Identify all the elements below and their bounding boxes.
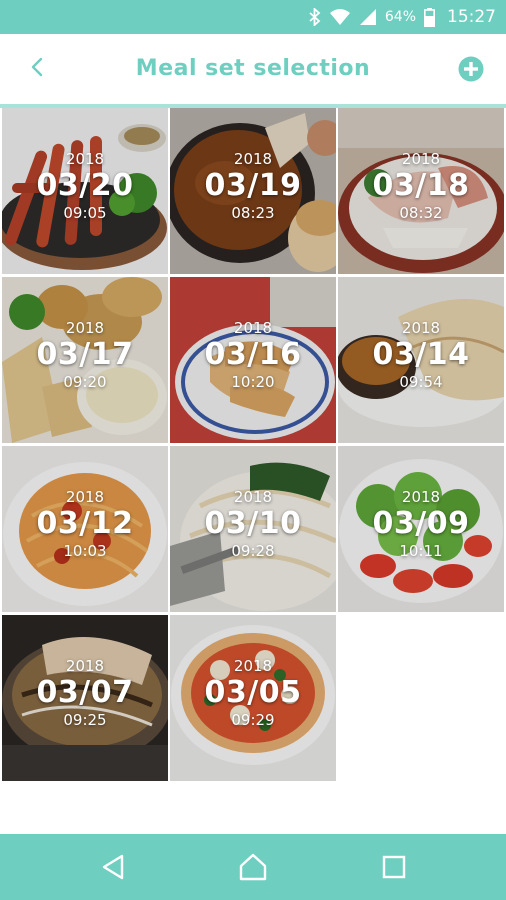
meal-year: 2018: [65, 488, 105, 506]
meal-year: 2018: [401, 488, 441, 506]
meal-time: 09:25: [63, 711, 107, 729]
meal-tile[interactable]: 2018 03/10 09:28: [170, 446, 336, 612]
meal-year: 2018: [233, 488, 273, 506]
page-title: Meal set selection: [135, 56, 371, 81]
meal-time: 08:32: [399, 204, 443, 222]
meal-tile[interactable]: 2018 03/19 08:23: [170, 108, 336, 274]
plus-circle-icon: [458, 56, 484, 86]
meal-time: 09:05: [63, 204, 107, 222]
back-triangle-icon: [98, 854, 130, 887]
meal-date: 03/07: [36, 675, 134, 710]
nav-back-button[interactable]: [98, 851, 130, 883]
meal-date: 03/20: [36, 168, 134, 203]
meal-label: 2018 03/16 10:20: [170, 319, 336, 391]
home-icon: [237, 853, 269, 887]
meal-label: 2018 03/17 09:20: [2, 319, 168, 391]
meal-date: 03/05: [204, 675, 302, 710]
meal-label: 2018 03/19 08:23: [170, 150, 336, 222]
meal-year: 2018: [233, 319, 273, 337]
meal-date: 03/14: [372, 337, 470, 372]
meal-year: 2018: [65, 319, 105, 337]
meal-date: 03/17: [36, 337, 134, 372]
meal-year: 2018: [233, 657, 273, 675]
meal-tile[interactable]: 2018 03/12 10:03: [2, 446, 168, 612]
meal-date: 03/16: [204, 337, 302, 372]
meal-tile[interactable]: 2018 03/18 08:32: [338, 108, 504, 274]
app-header: Meal set selection: [0, 34, 506, 108]
meal-tile[interactable]: 2018 03/14 09:54: [338, 277, 504, 443]
meal-year: 2018: [401, 319, 441, 337]
meal-label: 2018 03/18 08:32: [338, 150, 504, 222]
meal-year: 2018: [65, 657, 105, 675]
battery-icon: [424, 7, 435, 27]
meal-tile[interactable]: 2018 03/09 10:11: [338, 446, 504, 612]
meal-year: 2018: [65, 150, 105, 168]
meal-date: 03/18: [372, 168, 470, 203]
meal-tile[interactable]: 2018 03/17 09:20: [2, 277, 168, 443]
status-icons: 64% 15:27: [309, 0, 496, 34]
meal-label: 2018 03/07 09:25: [2, 657, 168, 729]
meal-time: 10:20: [231, 373, 275, 391]
meal-time: 10:11: [399, 542, 443, 560]
recents-square-icon: [378, 855, 410, 887]
meal-tile[interactable]: 2018 03/05 09:29: [170, 615, 336, 781]
meal-tile[interactable]: 2018 03/20 09:05: [2, 108, 168, 274]
clock: 15:27: [447, 7, 496, 27]
meal-date: 03/09: [372, 506, 470, 541]
meal-year: 2018: [401, 150, 441, 168]
add-meal-set-button[interactable]: [458, 56, 484, 82]
meal-grid: 2018 03/20 09:05 2018 03/19 08:23 2018 0…: [0, 107, 506, 783]
meal-time: 09:54: [399, 373, 443, 391]
meal-label: 2018 03/12 10:03: [2, 488, 168, 560]
meal-date: 03/12: [36, 506, 134, 541]
meal-label: 2018 03/05 09:29: [170, 657, 336, 729]
meal-time: 10:03: [63, 542, 107, 560]
meal-label: 2018 03/10 09:28: [170, 488, 336, 560]
meal-time: 09:20: [63, 373, 107, 391]
meal-time: 09:29: [231, 711, 275, 729]
meal-tile[interactable]: 2018 03/16 10:20: [170, 277, 336, 443]
meal-date: 03/19: [204, 168, 302, 203]
meal-label: 2018 03/14 09:54: [338, 319, 504, 391]
signal-icon: [359, 8, 377, 26]
meal-year: 2018: [233, 150, 273, 168]
meal-tile[interactable]: 2018 03/07 09:25: [2, 615, 168, 781]
battery-percent: 64%: [384, 9, 416, 25]
meal-date: 03/10: [204, 506, 302, 541]
nav-recents-button[interactable]: [378, 851, 410, 883]
meal-label: 2018 03/20 09:05: [2, 150, 168, 222]
meal-time: 09:28: [231, 542, 275, 560]
status-bar: 64% 15:27: [0, 0, 506, 34]
meal-time: 08:23: [231, 204, 275, 222]
nav-home-button[interactable]: [237, 851, 269, 883]
bluetooth-icon: [309, 8, 321, 26]
meal-label: 2018 03/09 10:11: [338, 488, 504, 560]
wifi-icon: [329, 8, 351, 26]
system-nav-bar: [0, 834, 506, 900]
